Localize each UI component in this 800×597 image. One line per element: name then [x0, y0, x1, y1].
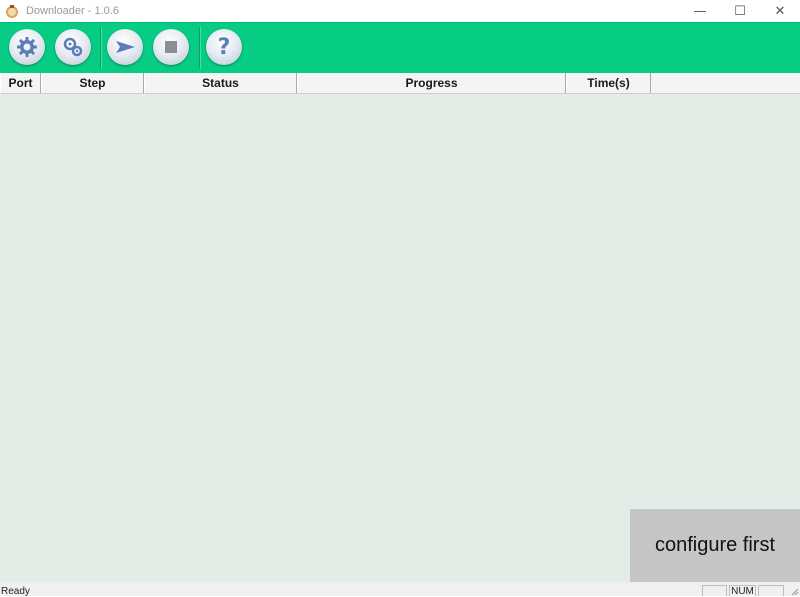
resize-grip-icon[interactable] — [789, 586, 799, 596]
settings-button[interactable] — [9, 29, 45, 65]
status-text: Ready — [1, 586, 30, 597]
status-bar: Ready NUM — [0, 582, 800, 597]
minimize-button[interactable]: — — [680, 0, 720, 22]
notification-toast: configure first — [630, 509, 800, 582]
toolbar: ? — [0, 22, 800, 74]
status-indicator — [702, 585, 727, 596]
stop-button[interactable] — [153, 29, 189, 65]
num-lock-indicator: NUM — [729, 585, 756, 597]
stop-icon — [165, 41, 177, 53]
column-header-progress[interactable]: Progress — [297, 73, 566, 93]
column-header-time[interactable]: Time(s) — [566, 73, 651, 93]
toolbar-separator — [100, 27, 101, 69]
gears-icon — [63, 37, 83, 57]
configure-button[interactable] — [55, 29, 91, 65]
column-header-status[interactable]: Status — [144, 73, 297, 93]
play-arrow-icon — [116, 41, 135, 53]
close-button[interactable]: ✕ — [760, 0, 800, 22]
app-icon — [6, 5, 18, 18]
column-header-port[interactable]: Port — [0, 73, 41, 93]
status-indicator — [758, 585, 784, 596]
help-button[interactable]: ? — [206, 29, 242, 65]
start-button[interactable] — [107, 29, 143, 65]
window-controls: — ☐ ✕ — [680, 0, 800, 22]
gear-icon — [17, 37, 37, 57]
window-title: Downloader - 1.0.6 — [26, 5, 119, 17]
maximize-button[interactable]: ☐ — [720, 0, 760, 22]
column-header-step[interactable]: Step — [41, 73, 144, 93]
title-bar: Downloader - 1.0.6 — ☐ ✕ — [0, 0, 800, 22]
help-icon: ? — [217, 34, 231, 60]
table-header: Port Step Status Progress Time(s) — [0, 73, 800, 94]
toolbar-separator — [199, 27, 200, 69]
